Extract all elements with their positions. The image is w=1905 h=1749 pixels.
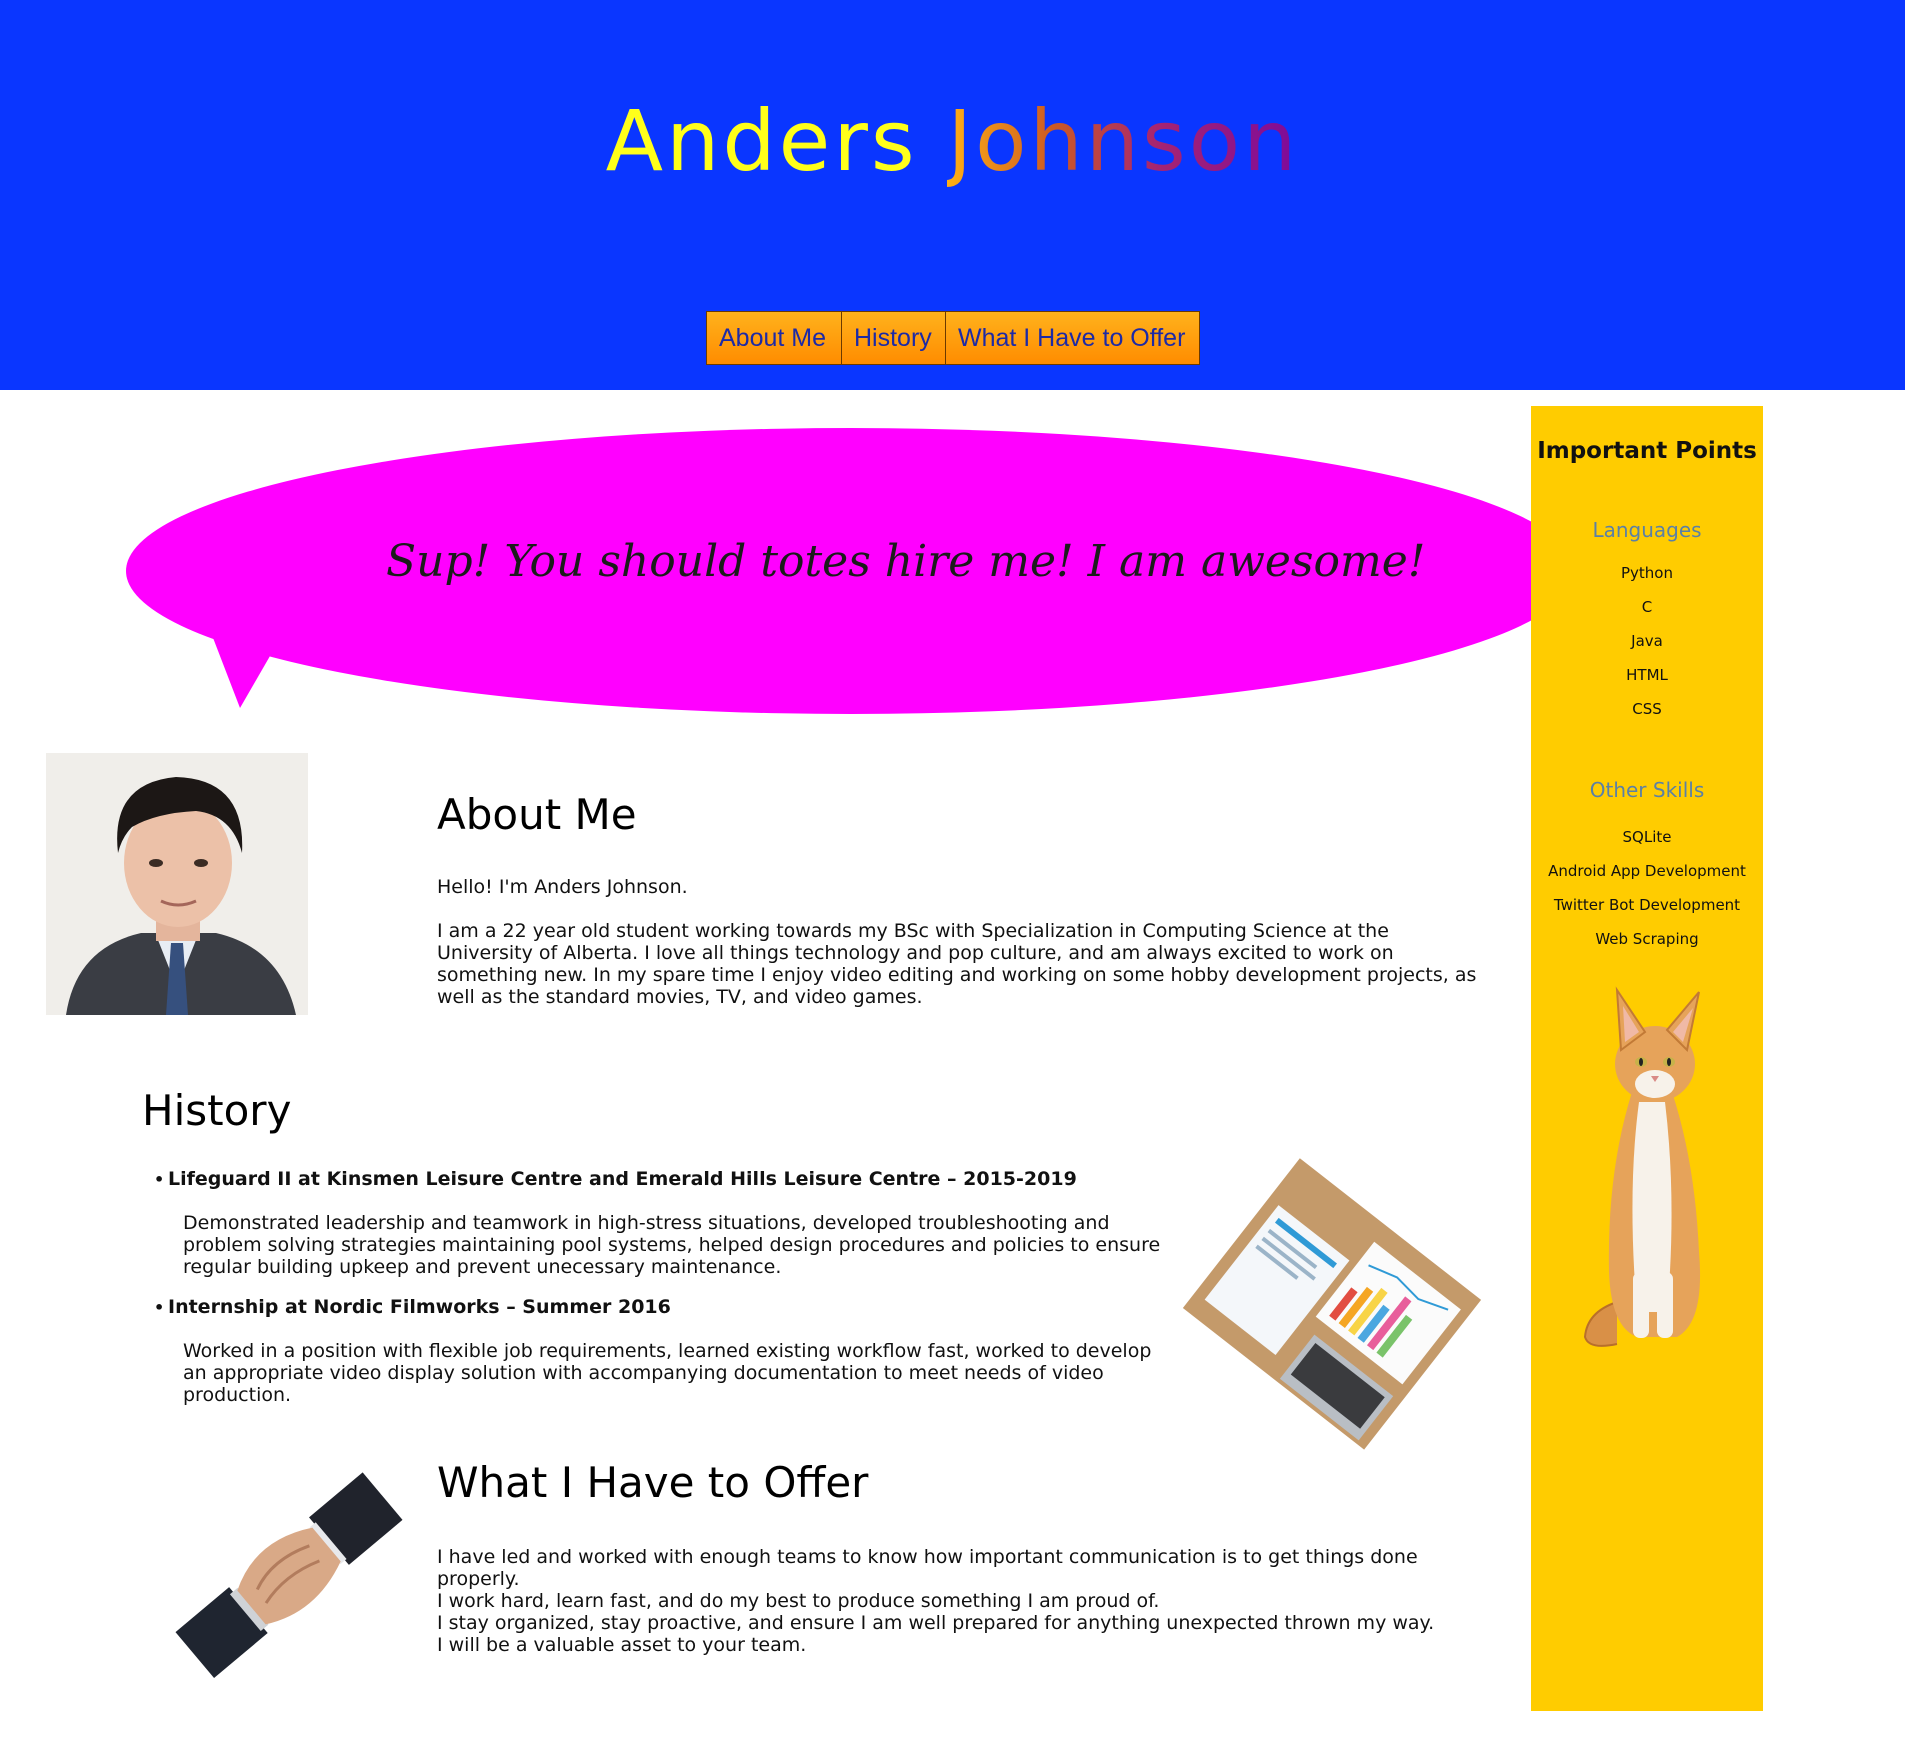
site-header: Anders Johnson About Me History What I H… [0, 0, 1905, 390]
offer-line: I work hard, learn fast, and do my best … [437, 1590, 1160, 1612]
title-first-name: Anders [605, 92, 918, 190]
list-item: Twitter Bot Development [1553, 896, 1741, 914]
nav-history[interactable]: History [842, 312, 946, 364]
list-item: SQLite [1622, 828, 1672, 846]
job-description: Worked in a position with flexible job r… [183, 1340, 1152, 1406]
list-item: Web Scraping [1595, 930, 1699, 948]
list-item: HTML [1626, 666, 1668, 684]
list-item: CSS [1632, 700, 1662, 718]
list-item: Java [1631, 632, 1663, 650]
important-points-sidebar: Important Points Languages Python C Java… [1531, 406, 1763, 1711]
offer-closing: I will be a valuable asset to your team. [437, 1634, 807, 1656]
other-skills-list: SQLite Android App Development Twitter B… [1531, 820, 1763, 956]
portrait-photo [46, 753, 308, 1015]
what-i-have-to-offer-heading: What I Have to Offer [437, 1458, 869, 1507]
site-title: Anders Johnson [0, 92, 1905, 190]
about-me-heading: About Me [437, 790, 637, 839]
nav-what-i-have-to-offer[interactable]: What I Have to Offer [946, 312, 1199, 364]
languages-list: Python C Java HTML CSS [1531, 556, 1763, 726]
nav-about-me[interactable]: About Me [707, 312, 842, 364]
history-heading: History [142, 1086, 292, 1135]
offer-line: I have led and worked with enough teams … [437, 1546, 1418, 1590]
cat-image [1583, 986, 1701, 1347]
handshake-image [143, 1435, 435, 1717]
title-last-name: Johnson [947, 92, 1300, 190]
sidebar-title: Important Points [1537, 438, 1757, 464]
list-item: C [1641, 598, 1653, 616]
job-title: Internship at Nordic Filmworks – Summer … [154, 1296, 671, 1318]
list-item: Python [1621, 564, 1673, 582]
speech-bubble-text: Sup! You should totes hire me! I am awes… [386, 536, 1426, 587]
other-skills-heading: Other Skills [1589, 778, 1705, 802]
job-description: Demonstrated leadership and teamwork in … [183, 1212, 1161, 1278]
main-nav: About Me History What I Have to Offer [706, 311, 1200, 365]
offer-lines: I have led and worked with enough teams … [437, 1546, 1497, 1634]
desk-laptop-image [1182, 1158, 1482, 1450]
job-title: Lifeguard II at Kinsmen Leisure Centre a… [154, 1168, 1077, 1190]
about-body: I am a 22 year old student working towar… [437, 920, 1477, 1008]
about-greeting: Hello! I'm Anders Johnson. [437, 876, 688, 898]
languages-heading: Languages [1592, 518, 1702, 542]
offer-line: I stay organized, stay proactive, and en… [437, 1612, 1435, 1634]
list-item: Android App Development [1548, 862, 1746, 880]
